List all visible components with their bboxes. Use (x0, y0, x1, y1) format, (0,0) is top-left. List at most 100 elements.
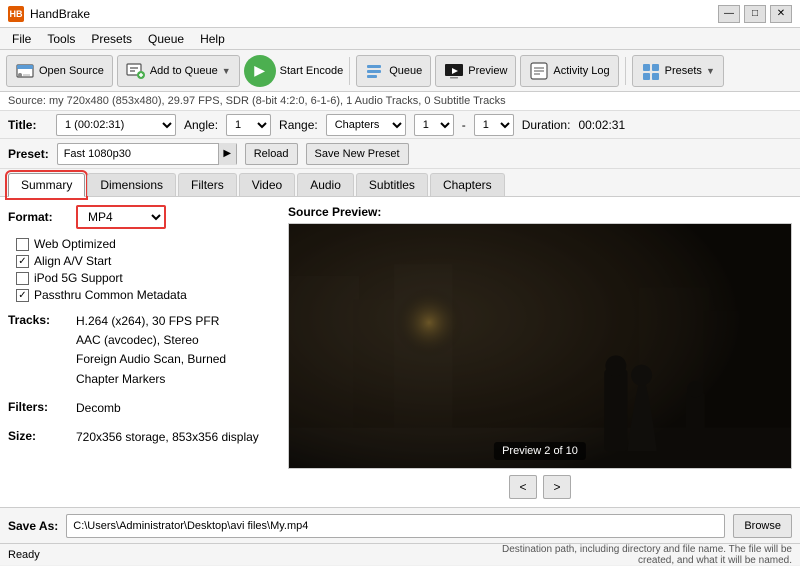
tab-audio[interactable]: Audio (297, 173, 354, 196)
add-to-queue-button[interactable]: Add to Queue ▼ (117, 55, 240, 87)
passthru-checkbox[interactable] (16, 289, 29, 302)
save-new-preset-button[interactable]: Save New Preset (306, 143, 409, 165)
tab-dimensions[interactable]: Dimensions (87, 173, 176, 196)
size-row: Size: 720x356 storage, 853x356 display (8, 428, 280, 447)
close-button[interactable]: ✕ (770, 5, 792, 23)
tracks-row: Tracks: H.264 (x264), 30 FPS PFR AAC (av… (8, 312, 280, 389)
preview-image: Preview 2 of 10 (288, 223, 792, 469)
format-select[interactable]: MP4 MKV WebM (76, 205, 166, 229)
tracks-content: H.264 (x264), 30 FPS PFR AAC (avcodec), … (76, 312, 226, 389)
open-source-icon (15, 61, 35, 81)
preset-box: Fast 1080p30 ▶ (57, 143, 237, 165)
preset-name: Fast 1080p30 (58, 148, 218, 160)
angle-label: Angle: (184, 118, 218, 132)
presets-button[interactable]: Presets ▼ (632, 55, 724, 87)
tab-filters[interactable]: Filters (178, 173, 237, 196)
size-label: Size: (8, 428, 68, 443)
preview-controls: < > (288, 475, 792, 499)
passthru-label: Passthru Common Metadata (34, 288, 187, 302)
filters-label: Filters: (8, 399, 68, 414)
tab-subtitles[interactable]: Subtitles (356, 173, 428, 196)
menu-tools[interactable]: Tools (39, 30, 83, 48)
left-panel: Format: MP4 MKV WebM Web Optimized Align… (8, 205, 288, 499)
toolbar: Open Source Add to Queue ▼ ▶ Start Encod… (0, 50, 800, 92)
range-to-select[interactable]: 1 (474, 114, 514, 136)
range-type-select[interactable]: Chapters (326, 114, 406, 136)
tracks-label: Tracks: (8, 312, 68, 327)
save-as-input[interactable] (66, 514, 725, 538)
queue-icon (365, 61, 385, 81)
ipod-checkbox[interactable] (16, 272, 29, 285)
add-to-queue-icon (126, 61, 146, 81)
add-to-queue-dropdown-icon: ▼ (222, 66, 231, 76)
main-content: Format: MP4 MKV WebM Web Optimized Align… (0, 197, 800, 507)
size-value: 720x356 storage, 853x356 display (76, 428, 259, 447)
status-bar: Ready Destination path, including direct… (0, 543, 800, 565)
maximize-button[interactable]: □ (744, 5, 766, 23)
open-source-button[interactable]: Open Source (6, 55, 113, 87)
checkbox-ipod: iPod 5G Support (16, 271, 280, 285)
align-av-checkbox[interactable] (16, 255, 29, 268)
title-row: Title: 1 (00:02:31) Angle: 1 Range: Chap… (0, 111, 800, 139)
menu-help[interactable]: Help (192, 30, 233, 48)
bottom-bar: Save As: Browse (0, 507, 800, 543)
presets-label: Presets (665, 65, 702, 77)
track-1: H.264 (x264), 30 FPS PFR (76, 312, 226, 331)
checkbox-align-av: Align A/V Start (16, 254, 280, 268)
preset-label: Preset: (8, 147, 49, 161)
track-3: Foreign Audio Scan, Burned (76, 350, 226, 369)
reload-button[interactable]: Reload (245, 143, 298, 165)
right-panel: Source Preview: (288, 205, 792, 499)
web-optimized-checkbox[interactable] (16, 238, 29, 251)
tab-chapters[interactable]: Chapters (430, 173, 505, 196)
format-label: Format: (8, 210, 68, 224)
preview-prev-button[interactable]: < (509, 475, 537, 499)
track-4: Chapter Markers (76, 370, 226, 389)
minimize-button[interactable]: — (718, 5, 740, 23)
browse-button[interactable]: Browse (733, 514, 792, 538)
preview-next-button[interactable]: > (543, 475, 571, 499)
checkbox-group: Web Optimized Align A/V Start iPod 5G Su… (16, 237, 280, 302)
preview-label: Source Preview: (288, 205, 792, 219)
preset-arrow-button[interactable]: ▶ (218, 143, 236, 165)
tooltip-text: Destination path, including directory an… (492, 544, 792, 566)
range-from-select[interactable]: 1 (414, 114, 454, 136)
preview-button[interactable]: Preview (435, 55, 516, 87)
queue-label: Queue (389, 65, 422, 77)
duration-label: Duration: (522, 118, 571, 132)
filters-value: Decomb (76, 399, 121, 418)
toolbar-separator-2 (625, 57, 626, 85)
duration-value: 00:02:31 (578, 118, 625, 132)
menu-file[interactable]: File (4, 30, 39, 48)
title-select[interactable]: 1 (00:02:31) (56, 114, 176, 136)
status-text: Ready (8, 549, 40, 561)
preview-scene: Preview 2 of 10 (289, 224, 791, 468)
activity-log-button[interactable]: Activity Log (520, 55, 618, 87)
queue-button[interactable]: Queue (356, 55, 431, 87)
filters-section: Filters: Decomb (8, 399, 280, 418)
filters-row: Filters: Decomb (8, 399, 280, 418)
presets-icon (641, 61, 661, 81)
start-encode-button[interactable]: ▶ (244, 55, 276, 87)
checkbox-passthru: Passthru Common Metadata (16, 288, 280, 302)
open-source-label: Open Source (39, 65, 104, 77)
align-av-label: Align A/V Start (34, 254, 111, 268)
title-bar: HB HandBrake — □ ✕ (0, 0, 800, 28)
activity-log-icon (529, 61, 549, 81)
tab-bar: Summary Dimensions Filters Video Audio S… (0, 169, 800, 197)
tab-summary[interactable]: Summary (8, 173, 85, 197)
tab-video[interactable]: Video (239, 173, 295, 196)
track-2: AAC (avcodec), Stereo (76, 331, 226, 350)
source-info-text: Source: my 720x480 (853x480), 29.97 FPS,… (8, 95, 506, 107)
preset-row: Preset: Fast 1080p30 ▶ Reload Save New P… (0, 139, 800, 169)
angle-select[interactable]: 1 (226, 114, 271, 136)
preview-label: Preview (468, 65, 507, 77)
toolbar-separator-1 (349, 57, 350, 85)
menu-presets[interactable]: Presets (83, 30, 140, 48)
menu-queue[interactable]: Queue (140, 30, 192, 48)
checkbox-web-optimized: Web Optimized (16, 237, 280, 251)
web-optimized-label: Web Optimized (34, 237, 116, 251)
source-info-bar: Source: my 720x480 (853x480), 29.97 FPS,… (0, 92, 800, 111)
ipod-label: iPod 5G Support (34, 271, 123, 285)
tracks-section: Tracks: H.264 (x264), 30 FPS PFR AAC (av… (8, 312, 280, 389)
